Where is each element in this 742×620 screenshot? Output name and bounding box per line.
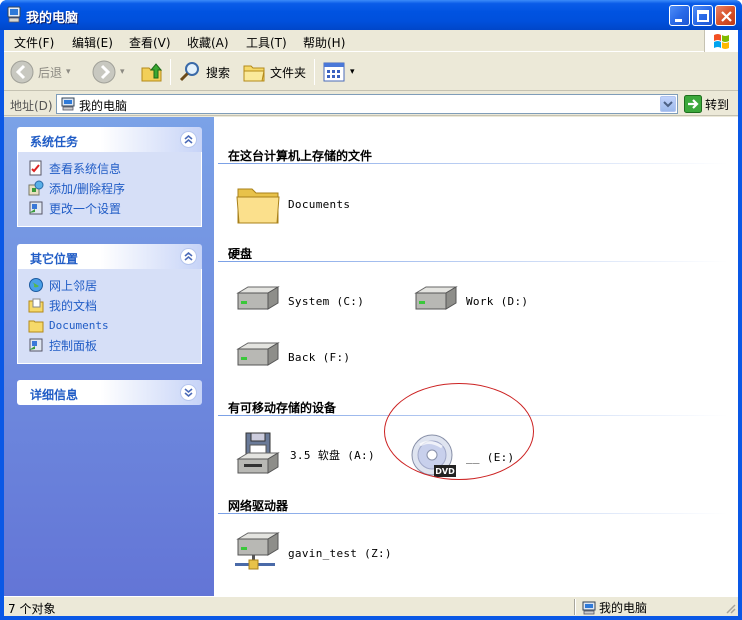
section-divider — [218, 415, 728, 416]
hard-drive-icon — [236, 342, 280, 366]
other-places-body: 网上邻居 我的文档 Documents 控制面板 — [17, 269, 202, 364]
folder-icon — [243, 65, 265, 82]
svg-text:DVD: DVD — [435, 467, 455, 476]
my-computer-icon — [61, 97, 75, 111]
resize-grip-icon[interactable] — [724, 602, 736, 614]
task-add-remove-programs[interactable]: 添加/删除程序 — [28, 178, 201, 198]
forward-arrow-icon — [92, 60, 116, 84]
address-input[interactable]: 我的电脑 — [56, 94, 678, 114]
dvd-drive-icon: DVD — [411, 434, 456, 477]
forward-button[interactable]: ▾ — [92, 58, 125, 86]
system-tasks-body: 查看系统信息 添加/删除程序 更改一个设置 — [17, 152, 202, 227]
content-pane: 在这台计算机上存储的文件 Documents 硬盘 System (C:) Wo… — [214, 117, 738, 596]
address-dropdown-button[interactable] — [660, 96, 676, 112]
menu-help[interactable]: 帮助(H) — [303, 34, 345, 51]
item-network-drive-z[interactable]: gavin_test (Z:) — [232, 531, 392, 575]
window-frame: 我的电脑 文件(F) 编辑(E) 查看(V) 收藏(A) 工具(T) 帮助(H) — [0, 0, 742, 620]
item-drive-d[interactable]: Work (D:) — [410, 285, 528, 317]
item-floppy-a[interactable]: 3.5 软盘 (A:) — [232, 431, 375, 479]
menu-view[interactable]: 查看(V) — [129, 34, 171, 51]
task-change-setting[interactable]: 更改一个设置 — [28, 198, 201, 218]
my-documents-icon — [28, 298, 44, 313]
status-separator — [574, 599, 576, 615]
address-value: 我的电脑 — [79, 99, 128, 113]
title-bar[interactable]: 我的电脑 — [0, 0, 742, 30]
task-pane: 系统任务 查看系统信息 添加/删除程序 更改一个设置 其它位置 网上邻居 我的文… — [4, 117, 214, 596]
place-network-neighborhood[interactable]: 网上邻居 — [28, 275, 201, 295]
up-folder-icon — [141, 63, 163, 82]
explorer-client-area: 文件(F) 编辑(E) 查看(V) 收藏(A) 工具(T) 帮助(H) 后退 ▾… — [4, 30, 738, 616]
folder-icon — [236, 188, 280, 224]
object-count: 7 个对象 — [8, 602, 56, 616]
item-documents[interactable]: Documents — [234, 181, 350, 227]
section-divider — [218, 261, 728, 262]
section-divider — [218, 163, 728, 164]
place-documents[interactable]: Documents — [28, 315, 201, 335]
item-drive-f[interactable]: Back (F:) — [232, 341, 350, 373]
place-my-documents[interactable]: 我的文档 — [28, 295, 201, 315]
section-hard-disks-title: 硬盘 — [228, 247, 253, 261]
floppy-drive-icon — [236, 432, 280, 474]
windows-logo-icon — [704, 30, 738, 52]
hard-drive-icon — [236, 286, 280, 310]
search-button[interactable]: 搜索 — [178, 58, 230, 86]
menu-tools[interactable]: 工具(T) — [246, 34, 287, 51]
go-button[interactable]: 转到 — [684, 95, 729, 113]
toolbar: 后退 ▾ ▾ 搜索 文件夹 ▾ — [4, 53, 738, 91]
views-button[interactable]: ▾ — [322, 58, 355, 86]
control-panel-icon — [29, 338, 43, 352]
folder-icon — [28, 320, 44, 333]
menu-file[interactable]: 文件(F) — [14, 34, 54, 51]
other-places-group: 其它位置 网上邻居 我的文档 Documents 控制面板 — [17, 244, 202, 364]
address-label: 地址(D) — [10, 99, 53, 113]
details-group: 详细信息 — [17, 380, 202, 405]
collapse-chevron-icon[interactable] — [180, 248, 197, 265]
close-button[interactable] — [715, 5, 736, 26]
views-icon — [323, 62, 345, 82]
toolbar-separator — [314, 59, 315, 85]
my-computer-icon — [7, 6, 21, 23]
my-computer-icon — [582, 601, 596, 614]
section-divider — [218, 513, 728, 514]
status-location: 我的电脑 — [582, 599, 647, 616]
window-title: 我的电脑 — [26, 11, 79, 26]
go-label: 转到 — [705, 97, 730, 112]
up-folder-button[interactable] — [140, 58, 164, 86]
minimize-button[interactable] — [669, 5, 690, 26]
expand-chevron-icon[interactable] — [180, 384, 197, 401]
menu-edit[interactable]: 编辑(E) — [72, 34, 113, 51]
system-info-icon — [29, 160, 42, 176]
folders-button[interactable]: 文件夹 — [242, 58, 306, 86]
menu-bar: 文件(F) 编辑(E) 查看(V) 收藏(A) 工具(T) 帮助(H) — [4, 30, 738, 52]
search-icon — [179, 62, 199, 82]
menu-favorites[interactable]: 收藏(A) — [187, 34, 229, 51]
system-tasks-group: 系统任务 查看系统信息 添加/删除程序 更改一个设置 — [17, 127, 202, 227]
control-panel-icon — [29, 201, 43, 215]
other-places-header[interactable]: 其它位置 — [17, 244, 202, 269]
add-remove-programs-icon — [28, 180, 44, 196]
section-network-drives-title: 网络驱动器 — [228, 499, 289, 513]
network-drive-icon — [235, 532, 280, 570]
back-dropdown-icon[interactable]: ▾ — [66, 67, 71, 77]
item-drive-c[interactable]: System (C:) — [232, 285, 364, 317]
hard-drive-icon — [414, 286, 458, 310]
status-bar: 7 个对象 我的电脑 — [4, 596, 738, 616]
item-dvd-e[interactable]: DVD __ (E:) — [410, 433, 514, 481]
task-view-system-info[interactable]: 查看系统信息 — [28, 158, 201, 178]
system-tasks-header[interactable]: 系统任务 — [17, 127, 202, 152]
back-button[interactable]: 后退 ▾ — [10, 58, 71, 86]
place-control-panel[interactable]: 控制面板 — [28, 335, 201, 355]
forward-dropdown-icon[interactable]: ▾ — [120, 67, 125, 77]
maximize-button[interactable] — [692, 5, 713, 26]
views-dropdown-icon[interactable]: ▾ — [350, 67, 355, 77]
toolbar-separator — [170, 59, 171, 85]
section-stored-files-title: 在这台计算机上存储的文件 — [228, 149, 373, 163]
network-globe-icon — [29, 278, 43, 292]
details-header[interactable]: 详细信息 — [17, 380, 202, 405]
collapse-chevron-icon[interactable] — [180, 131, 197, 148]
go-arrow-icon — [684, 95, 702, 113]
address-bar: 地址(D) 我的电脑 转到 — [4, 92, 738, 116]
section-removable-title: 有可移动存储的设备 — [228, 401, 337, 415]
back-arrow-icon — [10, 60, 34, 84]
